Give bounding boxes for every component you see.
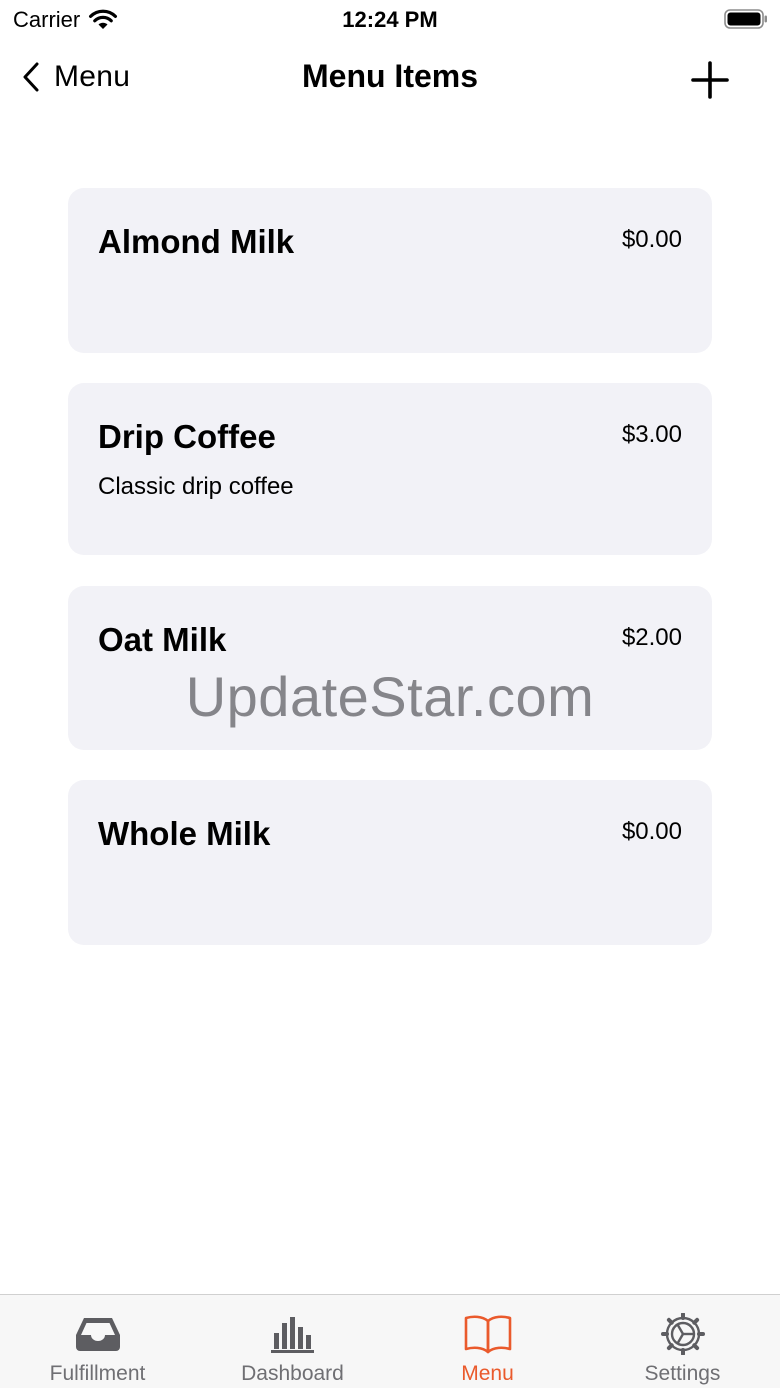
tab-dashboard[interactable]: Dashboard [195,1295,390,1388]
plus-icon [691,61,729,99]
battery-icon [724,9,767,29]
tab-menu[interactable]: Menu [390,1295,585,1388]
tab-bar: Fulfillment Dashboard Menu Settings [0,1294,780,1388]
menu-item-price: $0.00 [621,226,682,253]
tab-label: Fulfillment [49,1362,146,1385]
inbox-tray-icon [75,1318,120,1351]
status-bar: Carrier 12:24 PM [0,0,780,40]
tab-label: Menu [461,1362,514,1385]
menu-item-price: $2.00 [621,624,682,651]
status-time: 12:24 PM [342,7,438,32]
menu-item-card[interactable]: Drip Coffee $3.00 Classic drip coffee [68,383,712,555]
navigation-bar: Menu Menu Items [0,48,780,112]
menu-item-list: Almond Milk $0.00 Drip Coffee $3.00 Clas… [68,188,712,975]
tab-label: Dashboard [241,1362,344,1385]
tab-fulfillment[interactable]: Fulfillment [0,1295,195,1388]
bar-chart-icon [270,1317,314,1353]
page-title: Menu Items [301,58,479,94]
menu-item-name: Almond Milk [98,223,295,260]
tab-settings[interactable]: Settings [585,1295,780,1388]
menu-item-card[interactable]: Whole Milk $0.00 [68,780,712,945]
menu-item-name: Drip Coffee [98,418,276,455]
menu-item-name: Whole Milk [98,815,271,852]
gear-icon [660,1313,705,1355]
menu-item-price: $0.00 [621,818,682,845]
open-book-icon [464,1315,511,1354]
menu-item-card[interactable]: Almond Milk $0.00 [68,188,712,353]
tab-label: Settings [644,1362,721,1385]
menu-item-price: $3.00 [621,421,682,448]
menu-item-name: Oat Milk [98,621,227,658]
menu-item-description: Classic drip coffee [98,473,294,500]
menu-item-card[interactable]: Oat Milk $2.00 [68,586,712,750]
add-item-button[interactable] [690,60,730,100]
